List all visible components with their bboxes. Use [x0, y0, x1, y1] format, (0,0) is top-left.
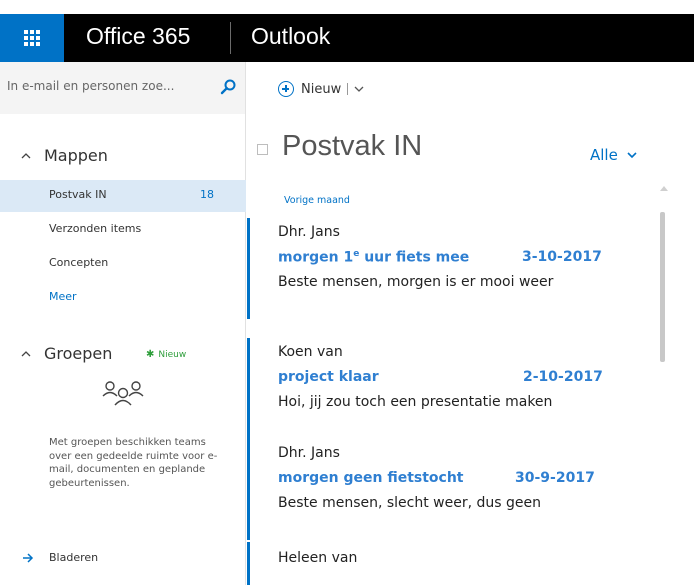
message-item[interactable]: Heleen van [247, 542, 657, 585]
sparkle-icon: ✱ [146, 349, 155, 360]
folder-label: Postvak IN [49, 188, 107, 201]
folder-more[interactable]: Meer [0, 282, 246, 314]
new-button-separator [347, 83, 349, 95]
browse-label: Bladeren [49, 551, 99, 564]
select-all-checkbox[interactable] [257, 144, 268, 155]
message-sender: Koen van [278, 344, 343, 360]
message-subject: morgen geen fietstocht [278, 470, 464, 486]
message-date: 2-10-2017 [523, 369, 603, 385]
app-name[interactable]: Outlook [251, 23, 330, 50]
filter-label: Alle [590, 146, 618, 164]
folder-inbox[interactable]: Postvak IN 18 [0, 180, 246, 212]
waffle-icon [24, 30, 40, 46]
folder-pane: Mappen Postvak IN 18 Verzonden items Con… [0, 114, 246, 585]
folder-label: Verzonden items [49, 222, 142, 235]
groups-section-toggle[interactable]: Groepen [20, 344, 112, 363]
plus-circle-icon [278, 81, 294, 97]
scrollbar-thumb[interactable] [660, 212, 665, 362]
toolbar: In e-mail en personen zoe... Nieuw [0, 62, 694, 114]
top-strip [0, 0, 694, 14]
date-group-header: Vorige maand [284, 195, 350, 206]
message-date: 30-9-2017 [515, 470, 595, 486]
chevron-up-icon [21, 152, 31, 158]
suite-name[interactable]: Office 365 [86, 23, 190, 50]
message-preview: Beste mensen, morgen is er mooi weer [278, 274, 554, 290]
new-group-button[interactable]: ✱ Nieuw [146, 349, 186, 360]
list-title: Postvak IN [282, 130, 423, 162]
chevron-down-icon[interactable] [352, 84, 366, 94]
message-preview: Hoi, jij zou toch een presentatie maken [278, 394, 553, 410]
folder-label: Concepten [49, 256, 109, 269]
browse-groups-link[interactable]: Bladeren [22, 551, 98, 564]
chevron-down-icon [627, 152, 637, 159]
message-subject: morgen 1e uur fiets mee [278, 249, 470, 266]
folders-section-toggle[interactable]: Mappen [20, 146, 108, 165]
message-subject: project klaar [278, 369, 379, 385]
search-icon[interactable] [220, 79, 236, 95]
more-link: Meer [49, 290, 77, 303]
groups-header: Groepen [44, 344, 113, 363]
message-sender: Dhr. Jans [278, 445, 340, 461]
folders-header: Mappen [44, 146, 108, 165]
scroll-up-icon[interactable] [660, 185, 668, 191]
unread-indicator [247, 338, 250, 439]
message-item[interactable]: Dhr. Jans morgen geen fietstocht 30-9-20… [247, 439, 657, 540]
new-group-label: Nieuw [158, 349, 187, 360]
unread-indicator [247, 218, 250, 319]
app-launcher-button[interactable] [0, 14, 64, 62]
arrow-right-icon [23, 552, 34, 563]
unread-indicator [247, 542, 250, 585]
app-bar-divider [230, 22, 231, 54]
chevron-up-icon [21, 350, 31, 356]
message-sender: Heleen van [278, 550, 358, 566]
folder-sent-items[interactable]: Verzonden items [0, 214, 246, 246]
search-input[interactable]: In e-mail en personen zoe... [7, 79, 174, 93]
message-date: 3-10-2017 [522, 249, 602, 265]
app-bar: Office 365 Outlook [0, 14, 694, 62]
search-box[interactable]: In e-mail en personen zoe... [0, 62, 246, 114]
message-item[interactable]: Dhr. Jans morgen 1e uur fiets mee 3-10-2… [247, 218, 657, 319]
new-message-button[interactable]: Nieuw [278, 78, 366, 100]
unread-count: 18 [200, 188, 214, 201]
new-message-label: Nieuw [301, 81, 342, 97]
message-preview: Beste mensen, slecht weer, dus geen [278, 495, 541, 511]
people-group-icon [102, 381, 144, 406]
unread-indicator [247, 439, 250, 540]
filter-dropdown[interactable]: Alle [590, 146, 638, 164]
groups-description: Met groepen beschikken teams over een ge… [49, 437, 218, 489]
folder-drafts[interactable]: Concepten [0, 248, 246, 280]
message-sender: Dhr. Jans [278, 224, 340, 240]
message-item[interactable]: Koen van project klaar 2-10-2017 Hoi, ji… [247, 338, 657, 439]
message-list: Postvak IN Alle Vorige maand Dhr. Jans m… [247, 114, 694, 585]
